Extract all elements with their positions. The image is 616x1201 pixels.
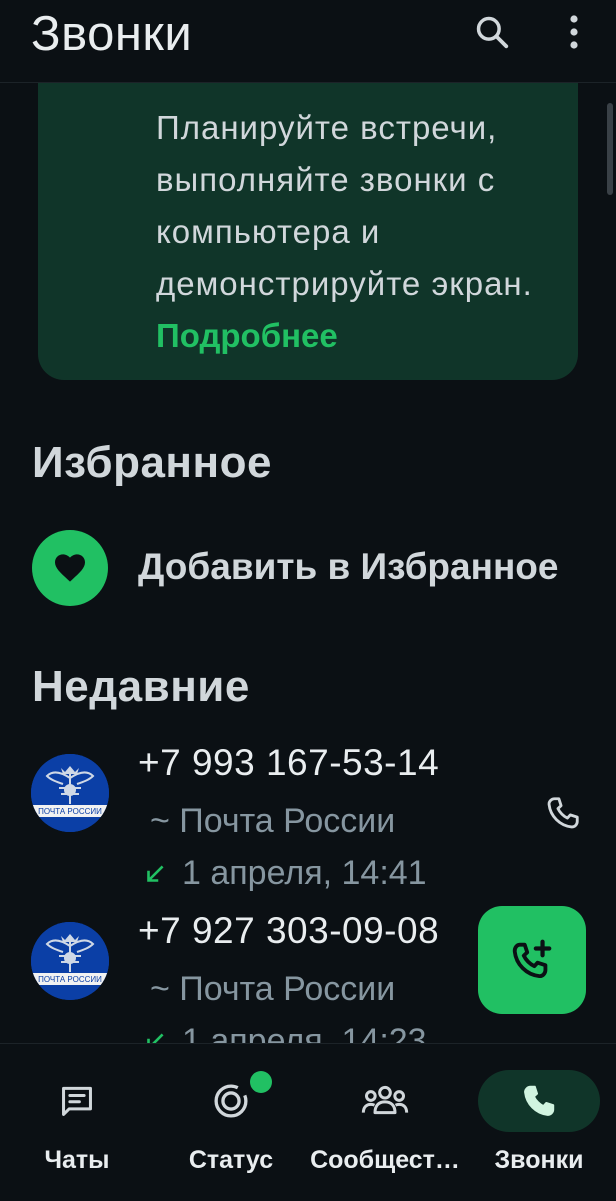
avatar-logo-text: ПОЧТА РОССИИ bbox=[38, 807, 102, 816]
nav-tab-chats[interactable]: Чаты bbox=[0, 1044, 154, 1201]
call-log-row[interactable]: ПОЧТА РОССИИ +7 993 167-53-14 ~ Почта Ро… bbox=[0, 720, 616, 892]
incoming-call-arrow-icon bbox=[147, 1032, 164, 1043]
avatar[interactable]: ПОЧТА РОССИИ bbox=[31, 754, 109, 832]
promo-description: Планируйте встречи, выполняйте звонки с … bbox=[156, 109, 533, 302]
add-favorite-button[interactable]: Добавить в Избранное bbox=[32, 530, 616, 606]
call-contact-name: ~ Почта России bbox=[150, 802, 396, 840]
call-time: 1 апреля, 14:23 bbox=[182, 1022, 427, 1043]
scrollbar[interactable] bbox=[607, 103, 613, 195]
top-app-bar: Звонки bbox=[0, 0, 616, 83]
bottom-navigation: Чаты Статус Сообщест… Звонки bbox=[0, 1043, 616, 1201]
nav-label-chats: Чаты bbox=[44, 1146, 110, 1174]
call-contact-name: ~ Почта России bbox=[150, 970, 396, 1008]
promo-learn-more-link[interactable]: Подробнее bbox=[156, 317, 338, 354]
favorites-heading: Избранное bbox=[32, 438, 272, 487]
nav-tab-communities[interactable]: Сообщест… bbox=[308, 1044, 462, 1201]
avatar[interactable]: ПОЧТА РОССИИ bbox=[31, 922, 109, 1000]
incoming-call-arrow-icon bbox=[147, 864, 164, 882]
call-meta: 1 апреля, 14:23 bbox=[142, 1022, 427, 1043]
calls-icon bbox=[478, 1070, 600, 1132]
add-favorite-label: Добавить в Избранное bbox=[138, 546, 559, 587]
call-number: +7 927 303-09-08 bbox=[138, 910, 440, 951]
nav-label-calls: Звонки bbox=[494, 1146, 584, 1174]
nav-tab-calls[interactable]: Звонки bbox=[462, 1044, 616, 1201]
promo-card: Планируйте встречи, выполняйте звонки с … bbox=[38, 60, 578, 380]
nav-label-status: Статус bbox=[188, 1146, 274, 1174]
status-unread-dot bbox=[250, 1071, 272, 1093]
call-number: +7 993 167-53-14 bbox=[138, 742, 440, 783]
nav-tab-status[interactable]: Статус bbox=[154, 1044, 308, 1201]
recent-heading: Недавние bbox=[32, 662, 250, 711]
heart-icon bbox=[32, 530, 108, 606]
add-call-icon bbox=[512, 939, 552, 979]
communities-icon bbox=[345, 1070, 425, 1132]
voice-call-icon[interactable] bbox=[540, 790, 586, 836]
chats-icon bbox=[37, 1070, 117, 1132]
nav-label-communities: Сообщест… bbox=[310, 1146, 460, 1174]
search-icon[interactable] bbox=[470, 10, 514, 54]
more-vert-icon[interactable] bbox=[552, 10, 596, 54]
add-call-fab[interactable] bbox=[478, 906, 586, 1014]
avatar-logo-text: ПОЧТА РОССИИ bbox=[38, 975, 102, 984]
promo-text: Планируйте встречи, выполняйте звонки с … bbox=[156, 102, 566, 362]
page-title: Звонки bbox=[31, 7, 193, 61]
